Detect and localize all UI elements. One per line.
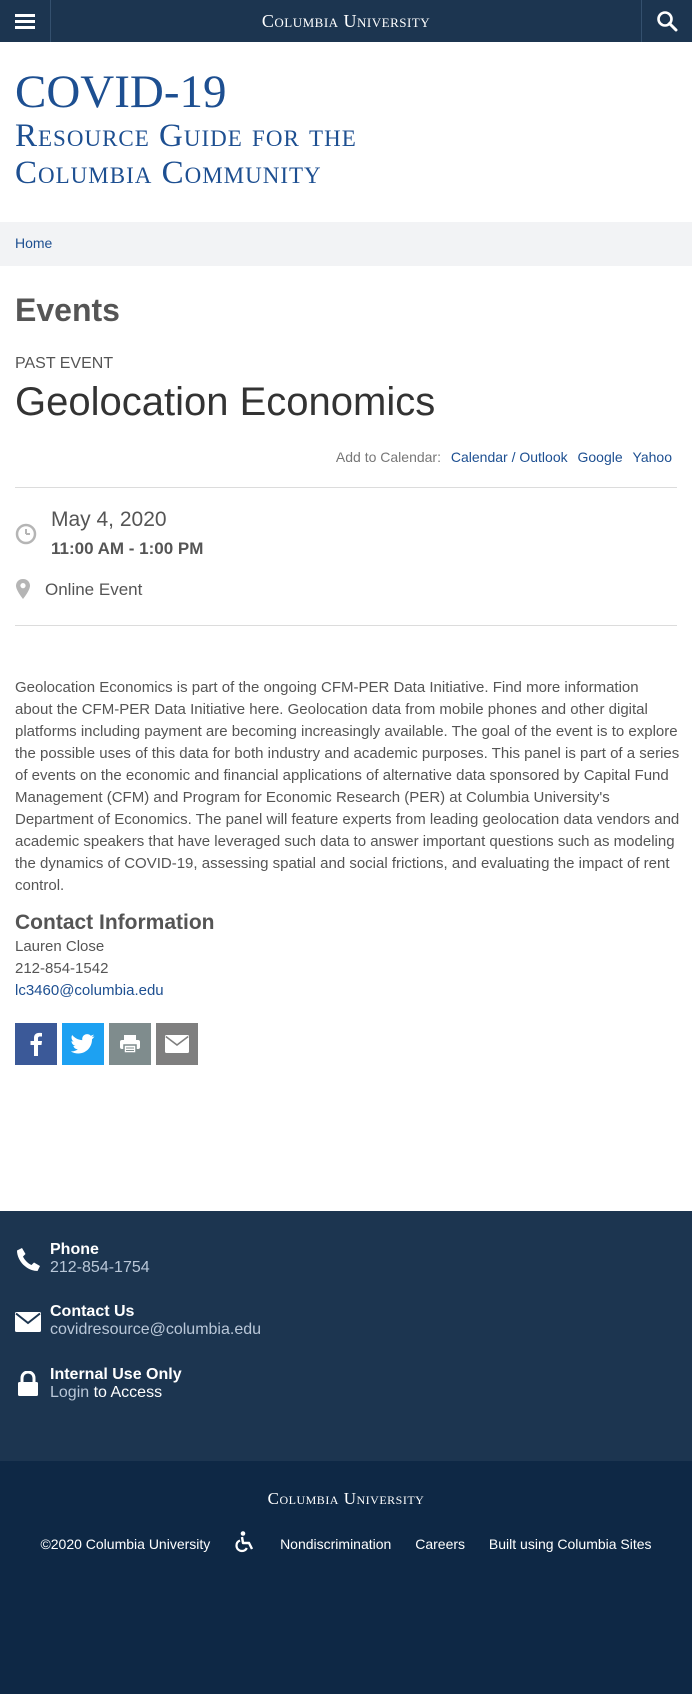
footer-contact-email-link[interactable]: covidresource@columbia.edu	[50, 1321, 261, 1338]
footer-university-brand[interactable]: Columbia University	[0, 1489, 692, 1509]
site-title-line2: Resource Guide for the	[15, 118, 357, 154]
footer-contact-title: Contact Us	[50, 1303, 135, 1320]
event-location: Online Event	[45, 580, 143, 599]
contact-email-link[interactable]: lc3460@columbia.edu	[15, 982, 164, 999]
search-icon	[657, 11, 678, 32]
print-icon	[120, 1035, 140, 1054]
lock-icon	[18, 1371, 38, 1396]
share-print-button[interactable]	[109, 1023, 151, 1065]
footer-nondiscrimination-link[interactable]: Nondiscrimination	[280, 1536, 391, 1552]
site-footer: Phone 212-854-1754 Contact Us covidresou…	[0, 1211, 692, 1461]
envelope-icon	[15, 1312, 41, 1332]
clock-icon	[15, 523, 37, 545]
accessibility-icon	[235, 1531, 254, 1553]
calendar-yahoo-link[interactable]: Yahoo	[633, 449, 672, 465]
contact-heading: Contact Information	[15, 911, 215, 934]
section-heading: Events	[15, 292, 120, 328]
search-button[interactable]	[641, 0, 692, 42]
breadcrumb: Home	[0, 222, 692, 266]
event-time: 11:00 AM - 1:00 PM	[51, 539, 204, 558]
calendar-google-link[interactable]: Google	[578, 449, 623, 465]
footer-links: ©2020 Columbia University Nondiscriminat…	[0, 1531, 692, 1556]
event-description: Geolocation Economics is part of the ong…	[15, 679, 680, 894]
footer-phone-link[interactable]: 212-854-1754	[50, 1259, 150, 1276]
add-to-calendar-label: Add to Calendar:	[335, 449, 441, 465]
site-title-line1: COVID-19	[15, 66, 227, 118]
site-title-line3: Columbia Community	[15, 155, 322, 191]
accessibility-link[interactable]	[234, 1531, 256, 1556]
footer-careers-link[interactable]: Careers	[415, 1536, 465, 1552]
add-to-calendar: Add to Calendar: Calendar / Outlook Goog…	[336, 449, 672, 465]
bottom-footer: Columbia University ©2020 Columbia Unive…	[0, 1461, 692, 1694]
event-date: May 4, 2020	[51, 508, 167, 531]
breadcrumb-home[interactable]: Home	[15, 235, 52, 251]
university-brand[interactable]: Columbia University	[0, 11, 692, 32]
event-status-label: PAST EVENT	[15, 355, 114, 372]
email-icon	[165, 1035, 189, 1053]
divider	[15, 487, 677, 488]
footer-login-suffix: to Access	[89, 1384, 163, 1401]
share-facebook-button[interactable]	[15, 1023, 57, 1065]
share-email-button[interactable]	[156, 1023, 198, 1065]
page-title: Geolocation Economics	[15, 380, 436, 424]
top-bar: Columbia University	[0, 0, 692, 42]
contact-phone: 212-854-1542	[15, 960, 109, 977]
location-pin-icon	[16, 579, 30, 599]
footer-phone-title: Phone	[50, 1241, 99, 1258]
divider	[15, 625, 677, 626]
footer-built-using-link[interactable]: Built using Columbia Sites	[489, 1536, 652, 1552]
footer-internal-title: Internal Use Only	[50, 1366, 182, 1383]
facebook-icon	[30, 1032, 42, 1056]
phone-icon	[17, 1248, 40, 1271]
footer-copyright: ©2020 Columbia University	[40, 1535, 211, 1552]
share-twitter-button[interactable]	[62, 1023, 104, 1065]
calendar-outlook-link[interactable]: Calendar / Outlook	[451, 449, 568, 465]
contact-name: Lauren Close	[15, 938, 105, 955]
footer-login-link[interactable]: Login	[50, 1384, 89, 1401]
twitter-icon	[71, 1034, 95, 1054]
site-title-link[interactable]: COVID-19 Resource Guide for the Columbia…	[15, 66, 357, 192]
